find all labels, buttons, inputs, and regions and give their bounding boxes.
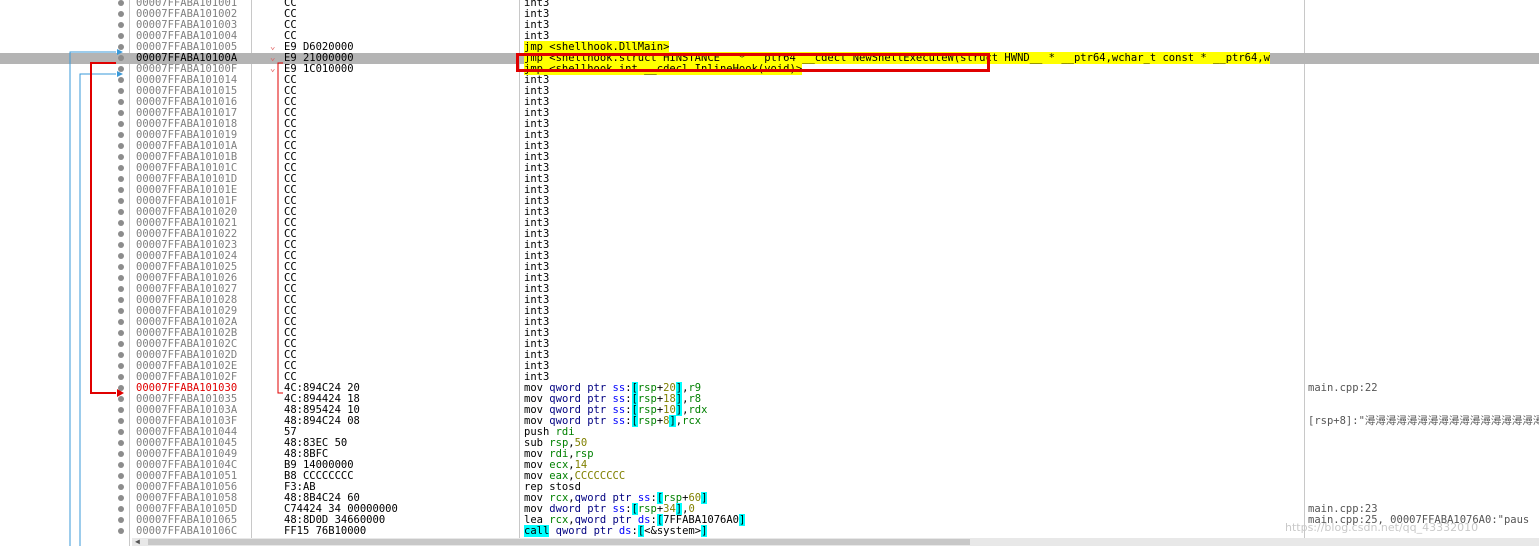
watermark: https://blog.csdn.net/qq_43332010: [1285, 521, 1479, 534]
breakpoint-dot-icon[interactable]: [118, 121, 124, 127]
chevron-down-icon: ⌄: [270, 53, 276, 63]
breakpoint-dot-icon[interactable]: [118, 143, 124, 149]
breakpoint-dot-icon[interactable]: [118, 528, 124, 534]
address-cell: 00007FFABA10106C: [136, 525, 238, 537]
breakpoint-dot-icon[interactable]: [118, 440, 124, 446]
breakpoint-dot-icon[interactable]: [118, 363, 124, 369]
disassembly-view[interactable]: 00007FFABA101001 CC int3 00007FFABA101002 CC…: [0, 0, 1539, 546]
breakpoint-dot-icon[interactable]: [118, 110, 124, 116]
breakpoint-dot-icon[interactable]: [118, 253, 124, 259]
breakpoint-dot-icon[interactable]: [118, 154, 124, 160]
chevron-down-icon: ⌄: [270, 64, 276, 74]
breakpoint-dot-icon[interactable]: [118, 462, 124, 468]
breakpoint-dot-icon[interactable]: [118, 11, 124, 17]
breakpoint-dot-icon[interactable]: [118, 330, 124, 336]
breakpoint-dot-icon[interactable]: [118, 308, 124, 314]
breakpoint-dot-icon[interactable]: [118, 429, 124, 435]
breakpoint-dot-icon[interactable]: [118, 385, 124, 391]
breakpoint-dot-icon[interactable]: [118, 407, 124, 413]
chevron-down-icon: ⌄: [270, 42, 276, 52]
breakpoint-dot-icon[interactable]: [118, 264, 124, 270]
breakpoint-dot-icon[interactable]: [118, 209, 124, 215]
breakpoint-dot-icon[interactable]: [118, 220, 124, 226]
comment-cell: [rsp+8]:"潯潯潯潯潯潯潯潯潯潯潯潯潯潯潯潯潯潯潯潯潯": [1308, 415, 1539, 427]
breakpoint-dot-icon[interactable]: [118, 242, 124, 248]
scrollbar-thumb[interactable]: [148, 539, 970, 545]
breakpoint-dot-icon[interactable]: [118, 44, 124, 50]
breakpoint-dot-icon[interactable]: [118, 341, 124, 347]
breakpoint-dot-icon[interactable]: [118, 55, 124, 61]
breakpoint-dot-icon[interactable]: [118, 275, 124, 281]
breakpoint-dot-icon[interactable]: [118, 77, 124, 83]
breakpoint-dot-icon[interactable]: [118, 396, 124, 402]
breakpoint-dot-icon[interactable]: [118, 99, 124, 105]
breakpoint-dot-icon[interactable]: [118, 66, 124, 72]
breakpoint-dot-icon[interactable]: [118, 374, 124, 380]
breakpoint-dot-icon[interactable]: [118, 132, 124, 138]
scroll-left-arrow-icon[interactable]: ◀: [135, 537, 140, 546]
breakpoint-dot-icon[interactable]: [118, 187, 124, 193]
breakpoint-dot-icon[interactable]: [118, 88, 124, 94]
breakpoint-dot-icon[interactable]: [118, 33, 124, 39]
disassembly-rows: 00007FFABA101001 CC int3 00007FFABA101002 CC…: [0, 0, 1539, 537]
breakpoint-dot-icon[interactable]: [118, 495, 124, 501]
breakpoint-dot-icon[interactable]: [118, 297, 124, 303]
comment-cell: main.cpp:22: [1308, 382, 1378, 394]
breakpoint-dot-icon[interactable]: [118, 176, 124, 182]
breakpoint-dot-icon[interactable]: [118, 506, 124, 512]
breakpoint-dot-icon[interactable]: [118, 418, 124, 424]
breakpoint-dot-icon[interactable]: [118, 352, 124, 358]
breakpoint-dot-icon[interactable]: [118, 484, 124, 490]
breakpoint-dot-icon[interactable]: [118, 473, 124, 479]
breakpoint-dot-icon[interactable]: [118, 451, 124, 457]
breakpoint-dot-icon[interactable]: [118, 286, 124, 292]
highlight-box: [516, 53, 990, 72]
breakpoint-dot-icon[interactable]: [118, 231, 124, 237]
breakpoint-dot-icon[interactable]: [118, 517, 124, 523]
breakpoint-dot-icon[interactable]: [118, 0, 124, 6]
breakpoint-dot-icon[interactable]: [118, 22, 124, 28]
breakpoint-dot-icon[interactable]: [118, 165, 124, 171]
instruction-cell: call qword ptr ds:[<&system>]: [524, 525, 708, 537]
bytes-cell: FF15 76B10000: [284, 525, 367, 537]
breakpoint-dot-icon[interactable]: [118, 198, 124, 204]
breakpoint-dot-icon[interactable]: [118, 319, 124, 325]
